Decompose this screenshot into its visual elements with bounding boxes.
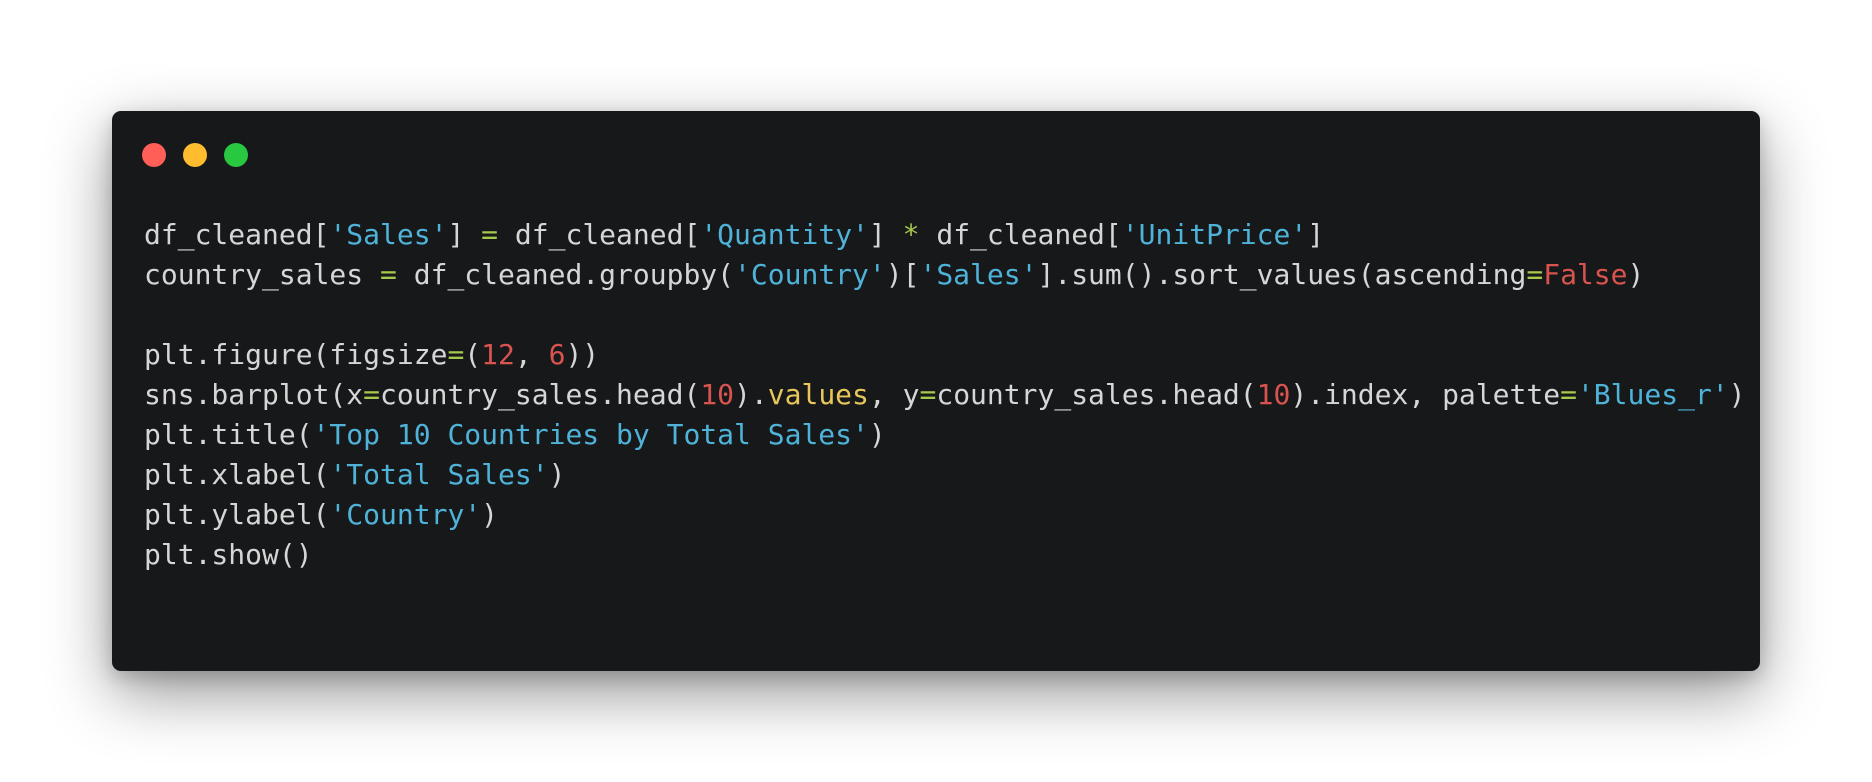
- code-line: country_sales = df_cleaned.groupby('Coun…: [144, 255, 1746, 295]
- code-token-operator: =: [919, 378, 937, 411]
- code-token-plain: country_sales.head(: [936, 378, 1257, 411]
- code-token-keyword: False: [1543, 258, 1628, 291]
- code-token-plain: df_cleaned.groupby(: [396, 258, 735, 291]
- code-block: df_cleaned['Sales'] = df_cleaned['Quanti…: [144, 215, 1746, 575]
- code-token-plain: country_sales.head(: [380, 378, 701, 411]
- code-token-plain: ]: [1307, 218, 1325, 251]
- code-token-plain: )): [565, 338, 600, 371]
- code-token-string: 'UnitPrice': [1121, 218, 1308, 251]
- code-token-plain: df_cleaned[: [919, 218, 1122, 251]
- code-token-plain: df_cleaned[: [498, 218, 701, 251]
- close-button[interactable]: [142, 143, 166, 167]
- screenshot-canvas: df_cleaned['Sales'] = df_cleaned['Quanti…: [0, 0, 1872, 782]
- code-token-operator: =: [1526, 258, 1544, 291]
- code-line: sns.barplot(x=country_sales.head(10).val…: [144, 375, 1746, 415]
- code-token-plain: ): [481, 498, 499, 531]
- code-line: df_cleaned['Sales'] = df_cleaned['Quanti…: [144, 215, 1746, 255]
- code-token-operator: =: [447, 338, 465, 371]
- code-token-plain: ): [1728, 378, 1746, 411]
- code-token-attribute: values: [767, 378, 869, 411]
- code-token-operator: =: [1560, 378, 1577, 411]
- code-token-plain: ): [1627, 258, 1645, 291]
- code-token-string: 'Sales': [329, 218, 448, 251]
- minimize-button[interactable]: [183, 143, 207, 167]
- code-token-string: 'Top 10 Countries by Total Sales': [312, 418, 869, 451]
- code-token-string: 'Blues_r': [1576, 378, 1729, 411]
- code-token-plain: , y: [868, 378, 920, 411]
- code-token-plain: ).index, palette: [1290, 378, 1561, 411]
- code-token-plain: ,: [514, 338, 549, 371]
- code-line: plt.show(): [144, 535, 1746, 575]
- code-token-plain: ): [868, 418, 886, 451]
- code-token-plain: df_cleaned[: [144, 218, 330, 251]
- code-token-plain: plt.show(): [144, 538, 313, 571]
- code-token-string: 'Country': [329, 498, 482, 531]
- code-token-string: 'Country': [734, 258, 886, 291]
- code-line: plt.figure(figsize=(12, 6)): [144, 335, 1746, 375]
- code-token-plain: plt.ylabel(: [144, 498, 330, 531]
- code-token-operator: =: [380, 258, 397, 291]
- code-window: df_cleaned['Sales'] = df_cleaned['Quanti…: [112, 111, 1760, 671]
- code-token-string: 'Quantity': [700, 218, 869, 251]
- code-token-operator: =: [363, 378, 381, 411]
- code-token-number: 6: [548, 338, 566, 371]
- code-token-plain: ]: [447, 218, 482, 251]
- code-token-string: 'Total Sales': [329, 458, 549, 491]
- code-token-plain: ).: [734, 378, 768, 411]
- code-token-plain: (: [464, 338, 482, 371]
- code-token-number: 12: [481, 338, 515, 371]
- code-token-plain: country_sales: [144, 258, 381, 291]
- code-token-operator: =: [481, 218, 499, 251]
- code-token-plain: ]: [868, 218, 903, 251]
- code-token-plain: )[: [885, 258, 920, 291]
- code-line: plt.title('Top 10 Countries by Total Sal…: [144, 415, 1746, 455]
- code-token-operator: *: [902, 218, 920, 251]
- code-token-number: 10: [1256, 378, 1291, 411]
- code-token-string: 'Sales': [919, 258, 1038, 291]
- code-token-plain: sns.barplot(x: [144, 378, 364, 411]
- zoom-button[interactable]: [224, 143, 248, 167]
- code-token-plain: ].sum().sort_values(ascending: [1037, 258, 1527, 291]
- code-token-plain: ): [548, 458, 566, 491]
- code-token-plain: plt.title(: [144, 418, 313, 451]
- code-token-plain: plt.figure(figsize: [144, 338, 448, 371]
- code-token-number: 10: [700, 378, 735, 411]
- window-controls: [142, 143, 248, 167]
- code-line: plt.ylabel('Country'): [144, 495, 1746, 535]
- code-token-plain: plt.xlabel(: [144, 458, 330, 491]
- code-line: plt.xlabel('Total Sales'): [144, 455, 1746, 495]
